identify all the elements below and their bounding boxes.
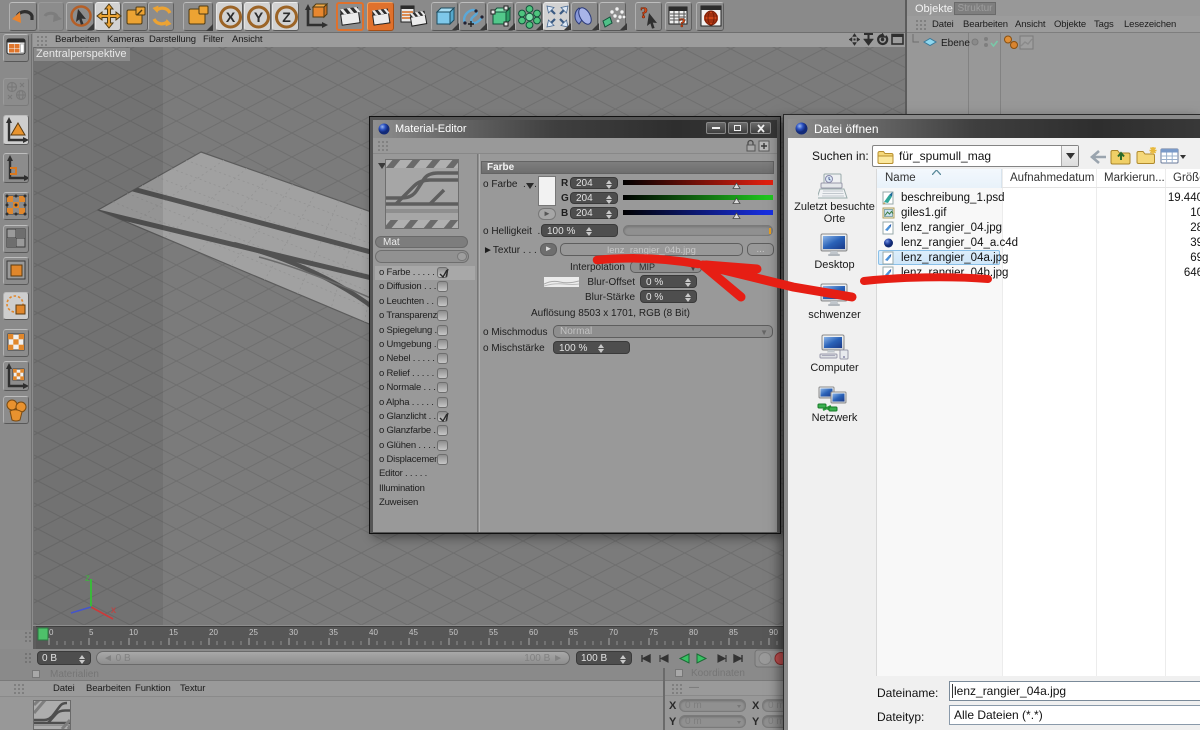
svg-text:35: 35 bbox=[329, 628, 338, 637]
svg-text:60: 60 bbox=[529, 628, 538, 637]
svg-text:20: 20 bbox=[209, 628, 218, 637]
svg-text:25: 25 bbox=[249, 628, 258, 637]
svg-text:10: 10 bbox=[129, 628, 138, 637]
svg-text:Y: Y bbox=[254, 9, 264, 25]
svg-text:5: 5 bbox=[89, 628, 94, 637]
svg-text:45: 45 bbox=[409, 628, 418, 637]
svg-text:55: 55 bbox=[489, 628, 498, 637]
svg-text:80: 80 bbox=[689, 628, 698, 637]
svg-text:?: ? bbox=[679, 15, 686, 30]
svg-text:85: 85 bbox=[729, 628, 738, 637]
svg-text:0: 0 bbox=[49, 628, 54, 637]
svg-text:?: ? bbox=[640, 5, 648, 22]
svg-text:50: 50 bbox=[449, 628, 458, 637]
svg-text:X: X bbox=[226, 9, 236, 25]
svg-text:65: 65 bbox=[569, 628, 578, 637]
svg-text:Z: Z bbox=[282, 9, 291, 25]
svg-text:70: 70 bbox=[609, 628, 618, 637]
svg-text:15: 15 bbox=[169, 628, 178, 637]
svg-text:Ebene: Ebene bbox=[941, 38, 970, 49]
svg-text:40: 40 bbox=[369, 628, 378, 637]
svg-text:30: 30 bbox=[289, 628, 298, 637]
svg-text:90: 90 bbox=[769, 628, 778, 637]
svg-text:x: x bbox=[111, 605, 116, 616]
svg-text:z: z bbox=[85, 573, 90, 584]
svg-text:75: 75 bbox=[649, 628, 658, 637]
